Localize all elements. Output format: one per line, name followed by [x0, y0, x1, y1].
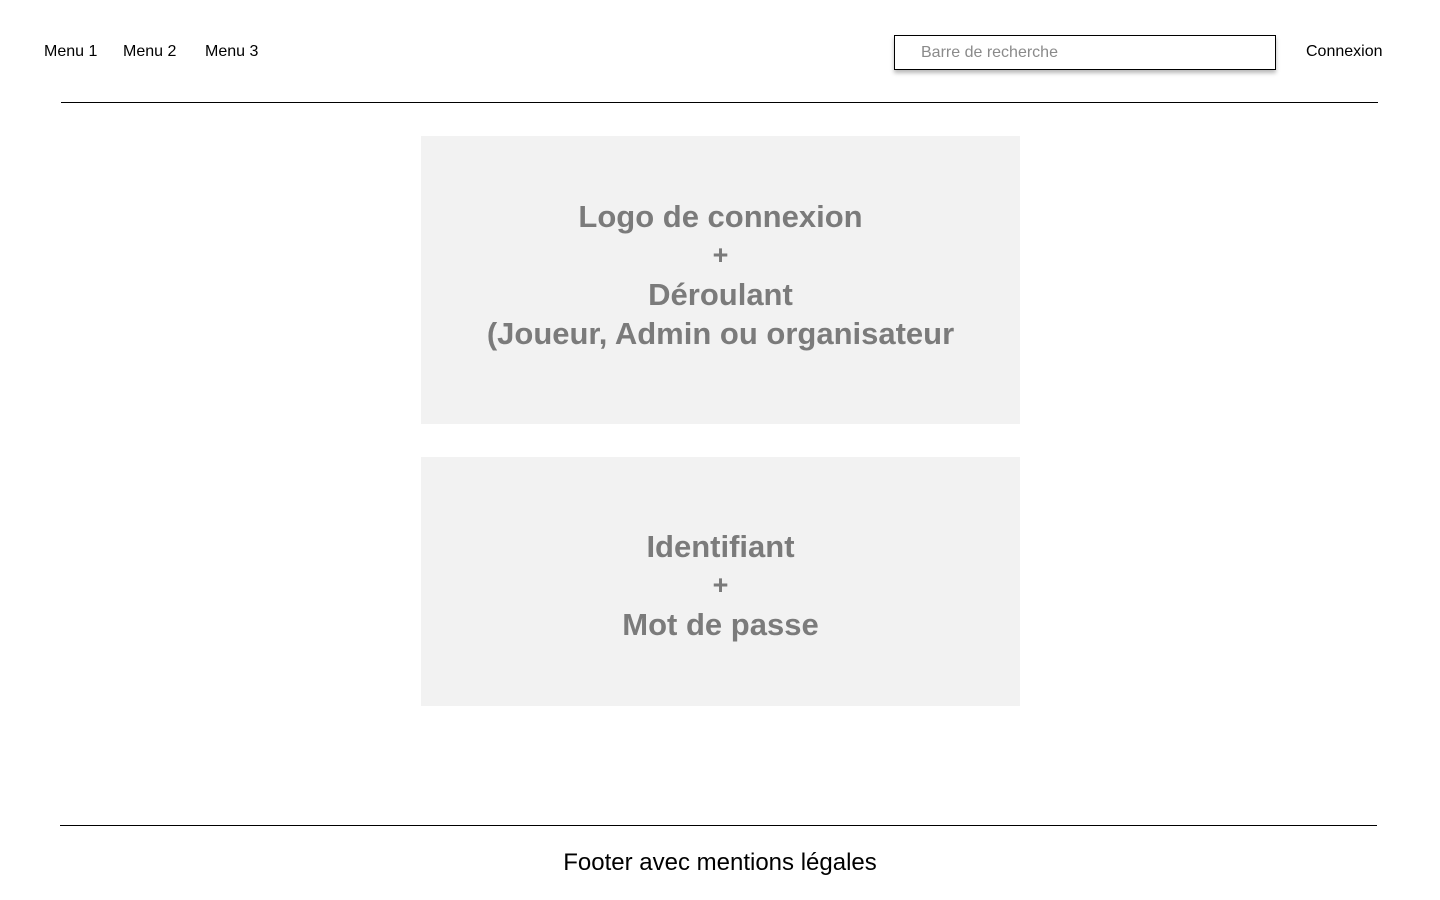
login-logo-line: Logo de connexion — [578, 199, 863, 234]
nav-menu-1[interactable]: Menu 1 — [44, 43, 97, 61]
header-divider — [61, 102, 1378, 103]
search-input[interactable] — [895, 36, 1261, 69]
login-logo-placeholder: Logo de connexion + Déroulant (Joueur, A… — [421, 136, 1020, 424]
nav-menu-3[interactable]: Menu 3 — [205, 43, 258, 61]
dropdown-line: Déroulant — [648, 277, 793, 312]
role-options-line: (Joueur, Admin ou organisateur — [486, 316, 955, 351]
search-bar[interactable] — [894, 35, 1276, 70]
nav-menu-2[interactable]: Menu 2 — [123, 43, 176, 61]
credentials-text: Identifiant + Mot de passe — [622, 527, 818, 644]
plus-sign: + — [712, 240, 729, 270]
plus-sign: + — [712, 570, 729, 600]
credentials-placeholder: Identifiant + Mot de passe — [421, 457, 1020, 706]
username-line: Identifiant — [646, 529, 795, 564]
footer-divider — [60, 825, 1377, 826]
footer-legal-text: Footer avec mentions légales — [563, 849, 877, 876]
password-line: Mot de passe — [622, 607, 819, 642]
login-link[interactable]: Connexion — [1306, 43, 1383, 61]
page: Menu 1 Menu 2 Menu 3 Connexion Logo de c… — [0, 0, 1440, 900]
login-logo-text: Logo de connexion + Déroulant (Joueur, A… — [487, 197, 954, 353]
